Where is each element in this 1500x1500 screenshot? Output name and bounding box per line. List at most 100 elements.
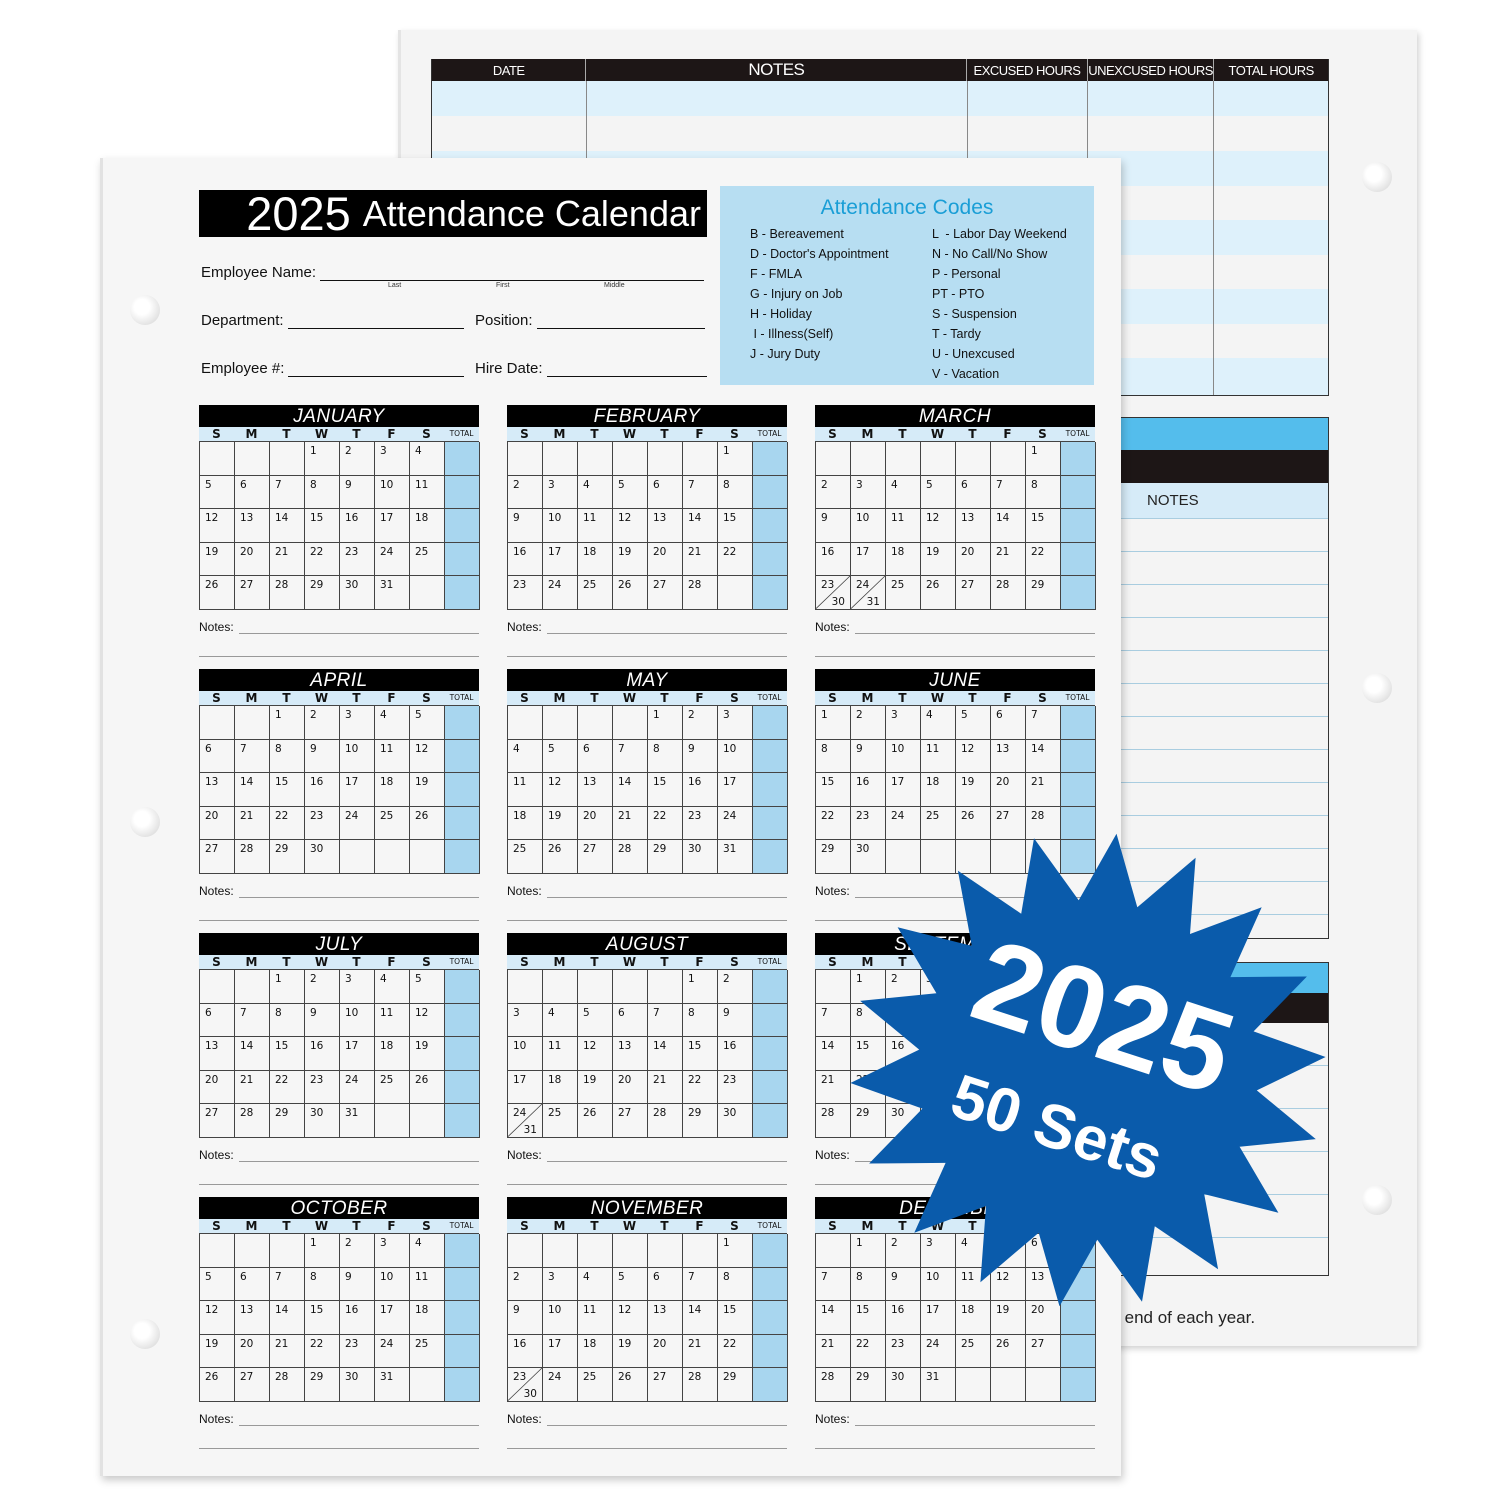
day-cell[interactable]: 20 (200, 806, 235, 841)
day-cell[interactable]: 10 (375, 1267, 410, 1302)
day-cell[interactable]: 20 (578, 806, 613, 841)
day-cell[interactable]: 23 (340, 542, 375, 577)
day-cell[interactable]: 3 (718, 706, 753, 740)
day-cell[interactable]: 20 (956, 542, 991, 577)
day-cell[interactable]: 19 (410, 773, 445, 807)
day-cell[interactable]: 3 (375, 1234, 410, 1268)
day-cell[interactable]: 9 (718, 1003, 753, 1038)
day-cell[interactable]: 17 (340, 773, 375, 807)
day-cell[interactable]: 18 (410, 1301, 445, 1335)
day-cell[interactable]: 17 (340, 1037, 375, 1071)
day-cell[interactable] (410, 1104, 445, 1138)
day-cell[interactable]: 8 (718, 475, 753, 510)
day-cell[interactable]: 5 (921, 475, 956, 510)
day-cell[interactable]: 17 (543, 1334, 578, 1369)
day-cell[interactable]: 13 (956, 509, 991, 543)
day-cell[interactable]: 5 (200, 1267, 235, 1302)
day-cell[interactable]: 12 (200, 509, 235, 543)
day-cell[interactable]: 6 (200, 739, 235, 774)
day-cell[interactable] (886, 442, 921, 476)
day-cell[interactable]: 11 (921, 739, 956, 774)
day-cell[interactable]: 8 (816, 739, 851, 774)
week-total-cell[interactable] (1061, 1334, 1096, 1369)
week-total-cell[interactable] (753, 1070, 788, 1105)
day-cell[interactable]: 15 (816, 773, 851, 807)
day-cell[interactable] (270, 1234, 305, 1268)
day-cell[interactable]: 23 (683, 806, 718, 841)
day-cell[interactable]: 3 (543, 1267, 578, 1302)
day-cell[interactable]: 1 (718, 442, 753, 476)
day-cell[interactable]: 5 (543, 739, 578, 774)
day-cell[interactable]: 26 (200, 576, 235, 610)
week-total-cell[interactable] (753, 773, 788, 807)
day-cell[interactable]: 18 (375, 773, 410, 807)
day-cell[interactable] (991, 442, 1026, 476)
day-cell[interactable]: 12 (410, 1003, 445, 1038)
day-cell[interactable]: 7 (270, 1267, 305, 1302)
day-cell[interactable]: 15 (683, 1037, 718, 1071)
day-cell[interactable]: 11 (508, 773, 543, 807)
day-cell[interactable]: 16 (508, 542, 543, 577)
day-cell[interactable]: 21 (683, 542, 718, 577)
day-cell[interactable]: 18 (886, 542, 921, 577)
day-cell[interactable]: 2 (851, 706, 886, 740)
day-cell[interactable]: 7 (235, 739, 270, 774)
day-cell[interactable]: 26 (410, 1070, 445, 1105)
week-total-cell[interactable] (445, 542, 480, 577)
day-cell[interactable]: 15 (305, 1301, 340, 1335)
day-cell[interactable]: 10 (851, 509, 886, 543)
day-cell[interactable]: 12 (543, 773, 578, 807)
day-cell[interactable]: 5 (410, 970, 445, 1004)
day-cell[interactable]: 9 (851, 739, 886, 774)
day-cell[interactable]: 4 (410, 1234, 445, 1268)
notes-extra-line[interactable] (815, 655, 1095, 657)
month-notes-field[interactable]: Notes: (507, 1412, 787, 1428)
day-cell[interactable]: 5 (956, 706, 991, 740)
day-cell[interactable] (613, 1234, 648, 1268)
day-cell[interactable] (613, 970, 648, 1004)
day-cell[interactable]: 19 (543, 806, 578, 841)
day-cell[interactable]: 25 (375, 1070, 410, 1105)
day-cell[interactable] (375, 840, 410, 874)
day-cell[interactable]: 13 (613, 1037, 648, 1071)
week-total-cell[interactable] (1061, 442, 1096, 476)
week-total-cell[interactable] (1061, 706, 1096, 740)
day-cell[interactable]: 12 (956, 739, 991, 774)
day-cell[interactable]: 11 (578, 509, 613, 543)
day-cell[interactable]: 15 (305, 509, 340, 543)
day-cell[interactable]: 13 (648, 509, 683, 543)
notes-extra-line[interactable] (815, 1447, 1095, 1449)
day-cell[interactable]: 25 (886, 576, 921, 610)
day-cell[interactable]: 5 (613, 475, 648, 510)
day-cell[interactable]: 21 (991, 542, 1026, 577)
day-cell[interactable]: 2 (508, 1267, 543, 1302)
day-cell[interactable]: 6 (235, 1267, 270, 1302)
week-total-cell[interactable] (445, 706, 480, 740)
day-cell[interactable] (508, 442, 543, 476)
day-cell[interactable]: 22 (1026, 542, 1061, 577)
day-cell[interactable]: 13 (200, 773, 235, 807)
day-cell[interactable]: 28 (648, 1104, 683, 1138)
day-cell[interactable]: 18 (375, 1037, 410, 1071)
day-cell[interactable] (340, 840, 375, 874)
day-cell[interactable]: 9 (508, 1301, 543, 1335)
day-cell[interactable]: 24 (375, 542, 410, 577)
day-cell[interactable]: 25 (375, 806, 410, 841)
day-cell[interactable]: 8 (683, 1003, 718, 1038)
day-cell[interactable]: 6 (956, 475, 991, 510)
month-notes-field[interactable]: Notes: (507, 884, 787, 900)
day-cell[interactable]: 9 (340, 475, 375, 510)
day-cell[interactable]: 22 (270, 1070, 305, 1105)
week-total-cell[interactable] (445, 840, 480, 874)
day-cell[interactable]: 22 (683, 1070, 718, 1105)
day-cell[interactable]: 19 (200, 542, 235, 577)
notes-extra-line[interactable] (507, 655, 787, 657)
day-cell[interactable] (508, 1234, 543, 1268)
day-cell[interactable]: 4 (410, 442, 445, 476)
day-cell[interactable]: 16 (340, 509, 375, 543)
day-cell[interactable]: 14 (816, 1301, 851, 1335)
week-total-cell[interactable] (445, 1334, 480, 1369)
day-cell[interactable]: 13 (200, 1037, 235, 1071)
day-cell[interactable]: 24 (921, 1334, 956, 1369)
notes-extra-line[interactable] (507, 1447, 787, 1449)
